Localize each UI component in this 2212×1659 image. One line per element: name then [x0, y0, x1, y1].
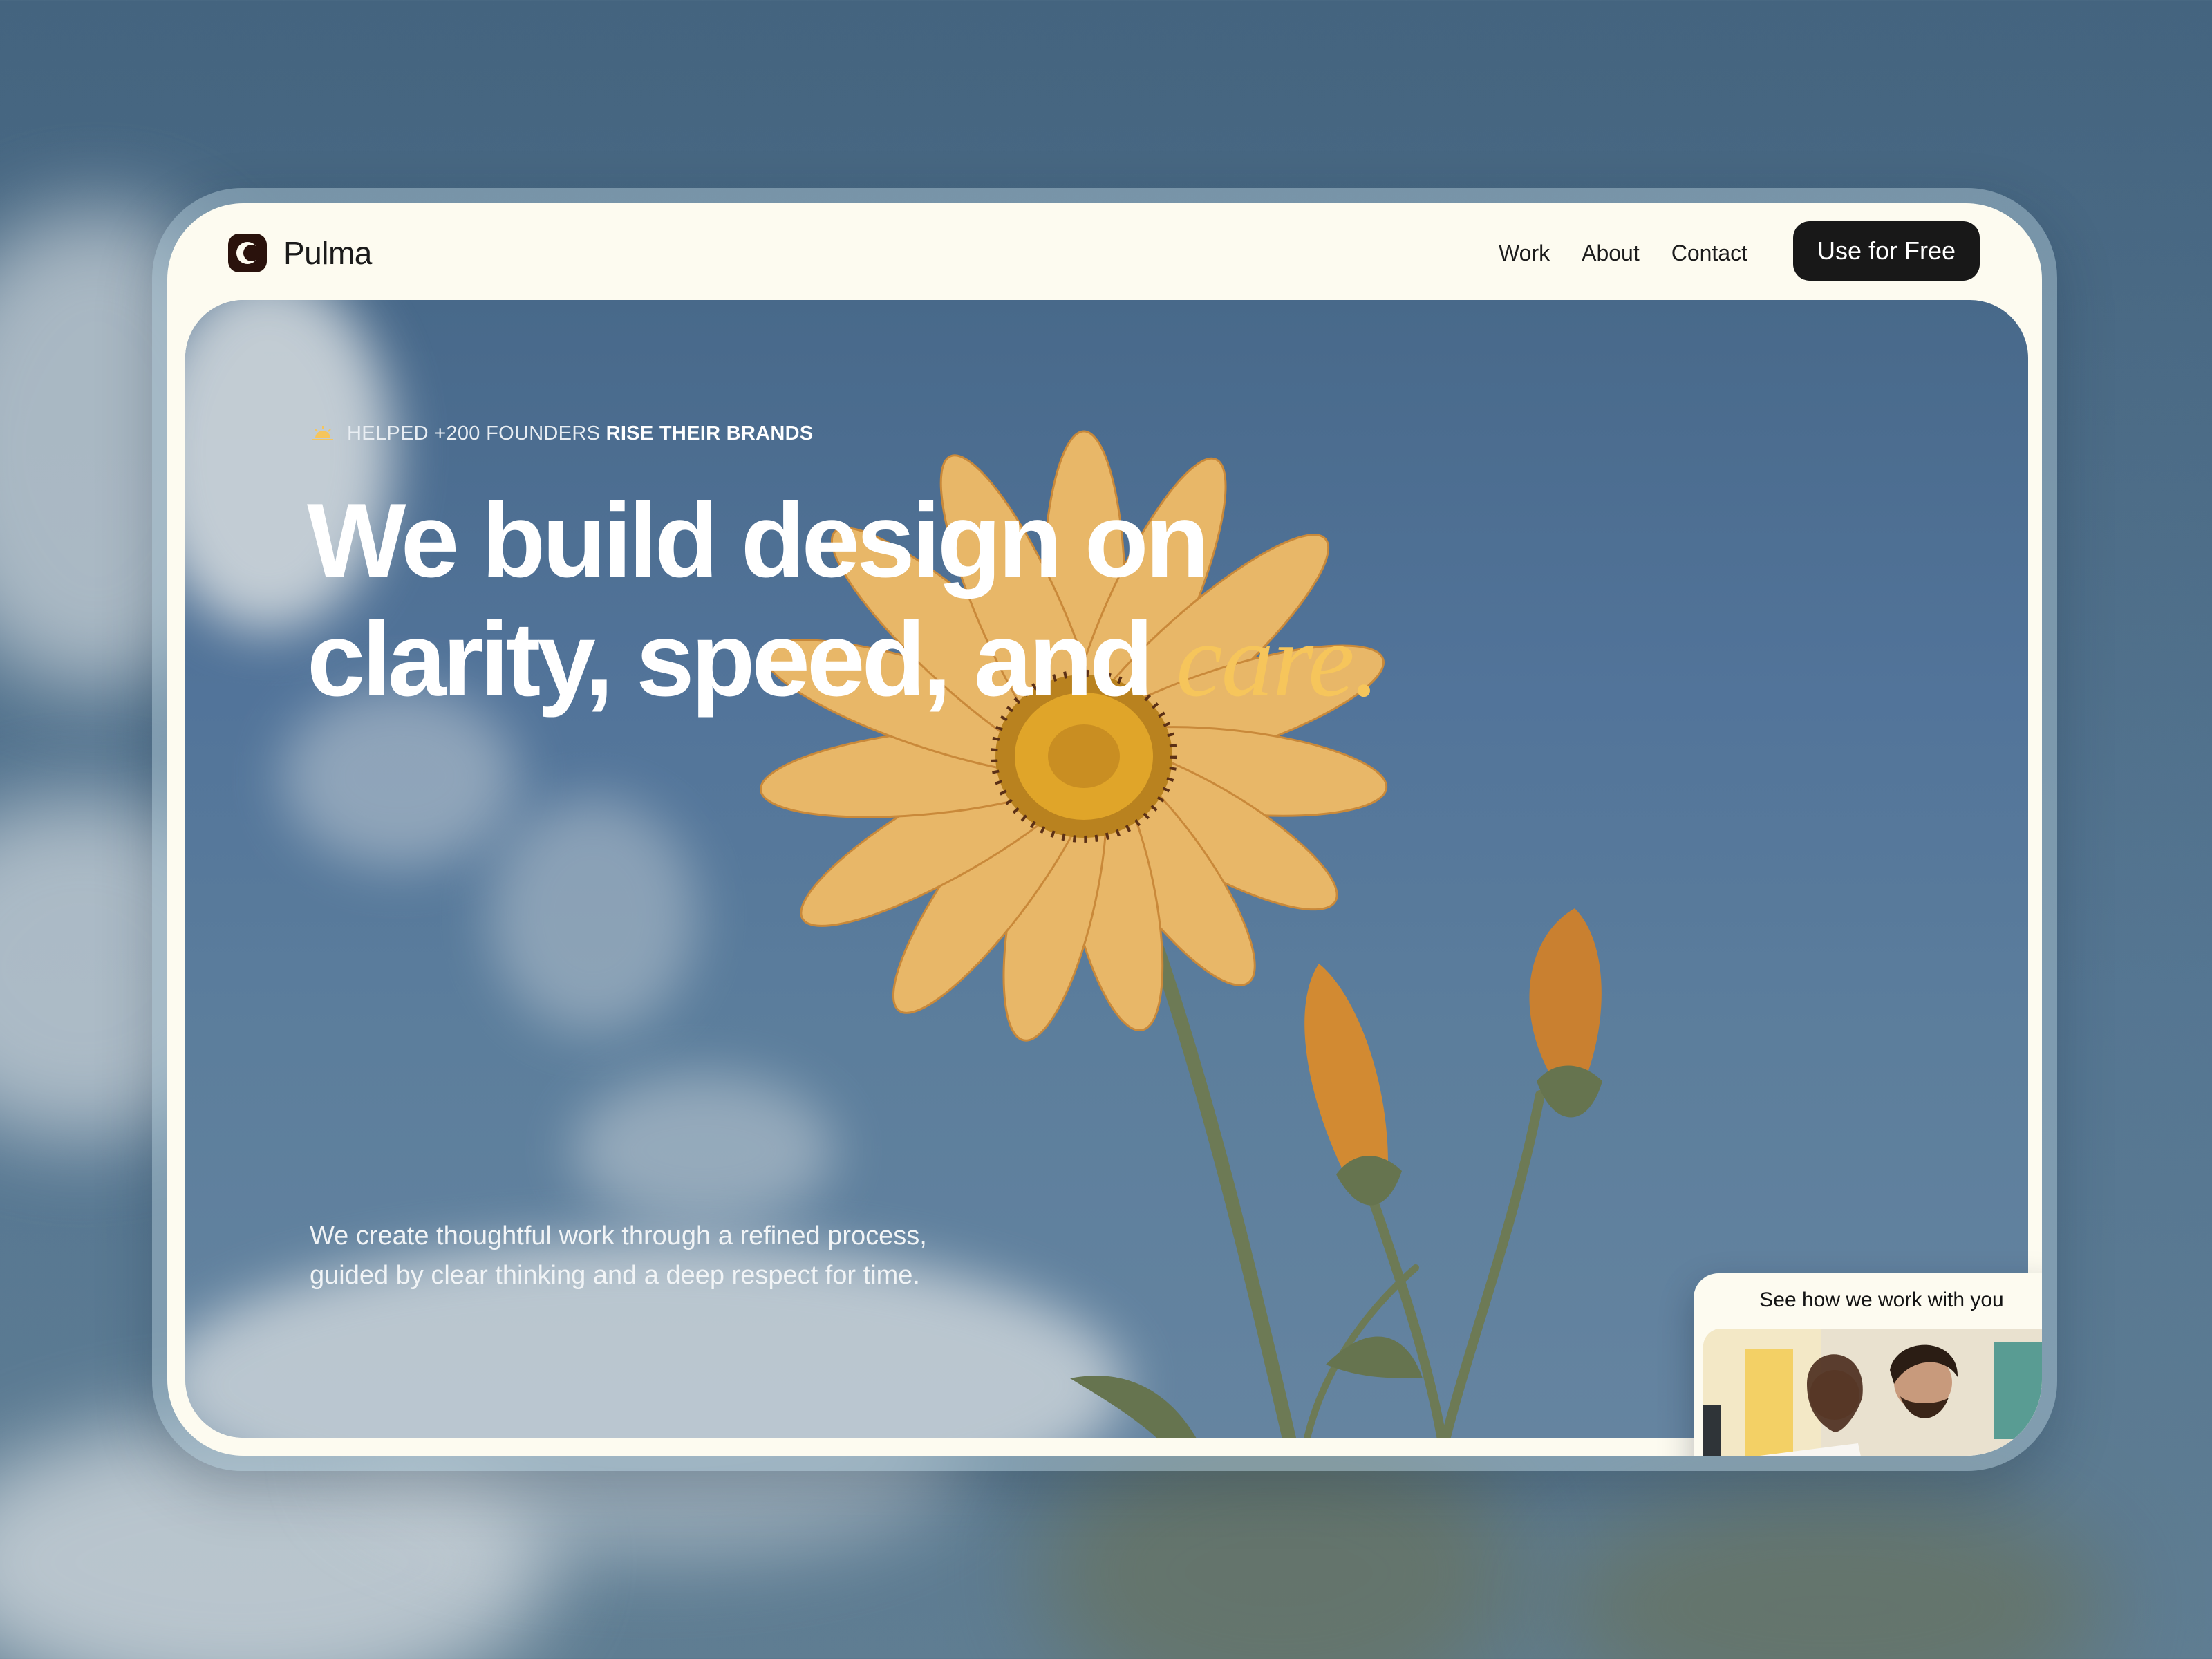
hero-headline: We build design on clarity, speed, and c… — [307, 481, 1551, 720]
nav-link-work[interactable]: Work — [1499, 236, 1550, 270]
pulma-logo-icon — [228, 234, 267, 272]
eyebrow-text: HELPED +200 FOUNDERS RISE THEIR BRANDS — [347, 422, 814, 445]
hero-description: We create thoughtful work through a refi… — [310, 1221, 927, 1290]
background-foliage — [1555, 1486, 2108, 1659]
headline-accent-word: care. — [1176, 602, 1379, 718]
browser-window: Pulma Work About Contact Use for Free HE… — [167, 203, 2042, 1456]
eyebrow-prefix: HELPED +200 FOUNDERS — [347, 422, 601, 444]
headline-line-2: clarity, speed, and — [307, 601, 1154, 718]
nav-link-about[interactable]: About — [1582, 236, 1640, 270]
headline-line-1: We build design on — [307, 482, 1209, 599]
device-frame: Pulma Work About Contact Use for Free HE… — [152, 188, 2057, 1471]
brand[interactable]: Pulma — [228, 234, 372, 272]
nav-link-contact[interactable]: Contact — [1671, 236, 1747, 270]
brand-name: Pulma — [283, 235, 372, 271]
use-for-free-button[interactable]: Use for Free — [1793, 221, 1980, 281]
hero-section: HELPED +200 FOUNDERS RISE THEIR BRANDS W… — [185, 300, 2028, 1438]
social-proof-eyebrow: HELPED +200 FOUNDERS RISE THEIR BRANDS — [311, 422, 814, 445]
sun-icon — [312, 426, 333, 440]
see-how-we-work-card[interactable]: See how we work with you — [1694, 1273, 2042, 1456]
top-navigation: Pulma Work About Contact Use for Free — [167, 203, 2042, 300]
video-card-title: See how we work with you — [1759, 1288, 2004, 1311]
eyebrow-highlight: RISE THEIR BRANDS — [606, 422, 814, 444]
nav-links: Work About Contact — [1499, 236, 1747, 270]
team-collaboration-thumbnail[interactable] — [1703, 1329, 2042, 1456]
